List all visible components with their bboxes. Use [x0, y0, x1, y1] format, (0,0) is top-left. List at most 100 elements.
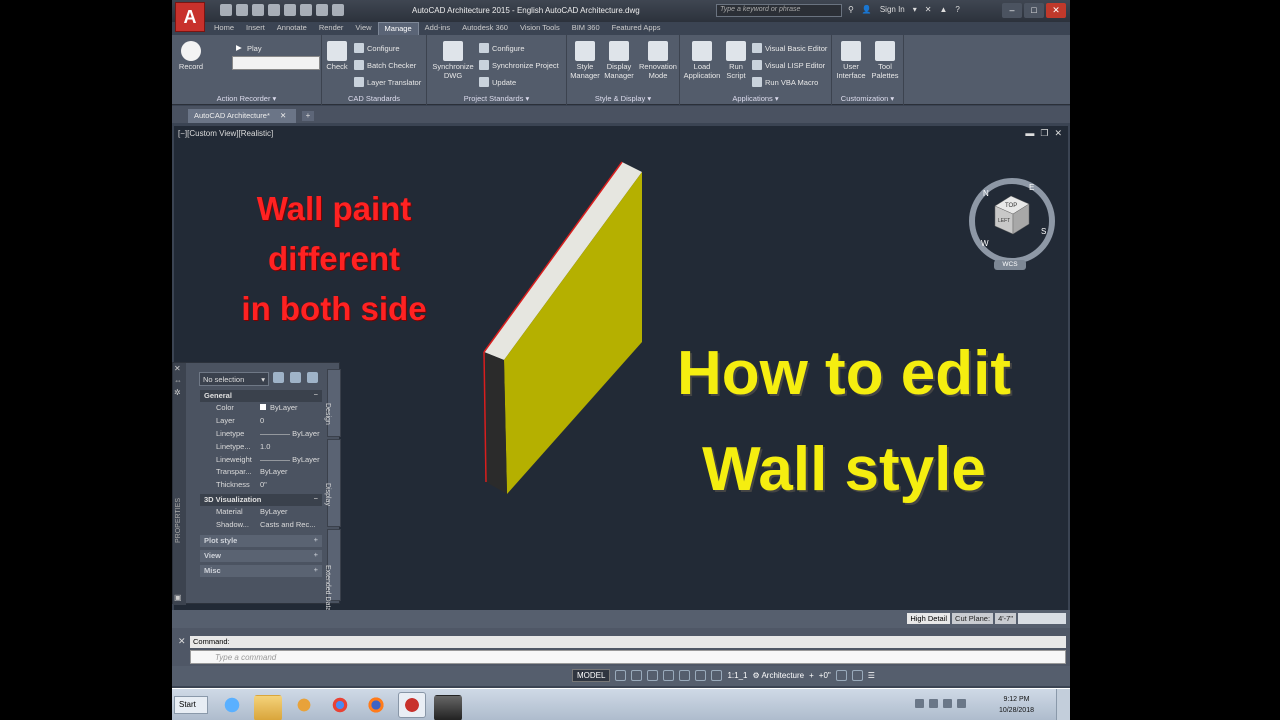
start-button[interactable]: Start — [174, 696, 208, 714]
chrome-icon[interactable] — [326, 692, 354, 718]
close-icon[interactable]: ✕ — [1046, 3, 1066, 18]
tab-autodesk-360[interactable]: Autodesk 360 — [456, 22, 514, 35]
palette-menu-icon[interactable]: ▣ — [174, 593, 182, 602]
panel-title[interactable]: Action Recorder ▾ — [172, 94, 321, 103]
style-manager-button[interactable]: Style Manager — [569, 41, 601, 80]
property-row[interactable]: Linetype... 1.0 — [200, 442, 322, 454]
section-general[interactable]: General − — [200, 390, 322, 402]
panel-title[interactable]: Style & Display ▾ — [567, 94, 679, 103]
macro-select[interactable] — [232, 56, 320, 70]
synchronize-dwg-button[interactable]: Synchronize DWG — [430, 41, 476, 80]
restore-icon[interactable]: ❐ — [1040, 128, 1048, 139]
redo-icon[interactable] — [316, 4, 328, 16]
select-objects-icon[interactable] — [290, 372, 301, 383]
network-icon[interactable] — [929, 699, 938, 708]
quick-select-icon[interactable] — [307, 372, 318, 383]
new-tab-button[interactable]: + — [302, 111, 314, 121]
clock[interactable]: 9:12 PM 10/28/2018 — [999, 694, 1034, 716]
tab-view[interactable]: View — [349, 22, 377, 35]
play-button[interactable]: ▶ Play — [236, 43, 262, 53]
property-row[interactable]: Color ByLayer — [200, 403, 322, 415]
file-explorer-icon[interactable] — [254, 695, 282, 720]
renovation-mode-button[interactable]: Renovation Mode — [637, 41, 679, 80]
object-snap-icon[interactable] — [695, 670, 707, 681]
auto-hide-icon[interactable]: ⇔ — [174, 376, 182, 385]
update-button[interactable]: Update — [479, 77, 516, 87]
tab-annotate[interactable]: Annotate — [271, 22, 313, 35]
tab-featured-apps[interactable]: Featured Apps — [606, 22, 667, 35]
display-manager-button[interactable]: Display Manager — [601, 41, 637, 80]
close-icon[interactable]: ✕ — [174, 364, 181, 373]
close-icon[interactable]: ✕ — [280, 111, 286, 120]
autocad-taskbar-icon[interactable] — [398, 692, 426, 718]
polar-icon[interactable] — [663, 670, 675, 681]
property-row[interactable]: Thickness 0" — [200, 480, 322, 492]
panel-title[interactable]: Applications ▾ — [680, 94, 831, 103]
wcs-menu[interactable]: WCS — [994, 260, 1026, 270]
close-icon[interactable]: ✕ — [1054, 128, 1062, 139]
a360-icon[interactable]: ▲ — [939, 5, 947, 14]
workspace-switch[interactable]: ⚙ Architecture — [752, 671, 804, 680]
property-row[interactable]: Transpar... ByLayer — [200, 467, 322, 479]
gear-icon[interactable]: ✲ — [174, 388, 181, 397]
movie-maker-icon[interactable] — [434, 695, 462, 720]
tab-extended-data[interactable]: Extended Data — [324, 529, 341, 611]
tab-home[interactable]: Home — [208, 22, 240, 35]
tab-vision-tools[interactable]: Vision Tools — [514, 22, 566, 35]
configure-project-button[interactable]: Configure — [479, 43, 525, 53]
configure-standards-button[interactable]: Configure — [354, 43, 400, 53]
section-plot-style[interactable]: Plot style + — [200, 535, 322, 547]
cut-plane-value[interactable]: 4'-7" — [995, 613, 1016, 624]
elevation-value[interactable]: +0" — [819, 671, 831, 680]
isolate-objects-icon[interactable] — [835, 670, 847, 681]
minimize-icon[interactable]: – — [1002, 3, 1022, 18]
tab-add-ins[interactable]: Add-ins — [419, 22, 456, 35]
viewport-controls-label[interactable]: [−][Custom View][Realistic] — [178, 129, 273, 138]
new-file-icon[interactable] — [220, 4, 232, 16]
application-menu-button[interactable]: A — [175, 2, 205, 32]
section-view[interactable]: View + — [200, 550, 322, 562]
tab-render[interactable]: Render — [313, 22, 350, 35]
run-vba-macro-button[interactable]: Run VBA Macro — [752, 77, 818, 87]
annotation-visibility-icon[interactable] — [711, 670, 723, 681]
command-input[interactable]: Type a command — [190, 650, 1066, 664]
toggle-pickadd-icon[interactable] — [273, 372, 284, 383]
panel-title[interactable]: Customization ▾ — [832, 94, 903, 103]
firefox-icon[interactable] — [362, 692, 390, 718]
selection-dropdown[interactable]: No selection ▾ — [199, 372, 269, 386]
customization-menu-icon[interactable]: ☰ — [868, 671, 875, 680]
plot-icon[interactable] — [284, 4, 296, 16]
viewcube[interactable]: TOP LEFT N E S W — [967, 176, 1057, 266]
model-space-button[interactable]: MODEL — [572, 669, 611, 682]
add-icon[interactable]: + — [809, 671, 814, 680]
grid-icon[interactable] — [615, 670, 627, 681]
property-row[interactable]: Shadow... Casts and Rec... — [200, 520, 322, 532]
search-input[interactable]: Type a keyword or phrase — [716, 4, 842, 17]
section-3d-visualization[interactable]: 3D Visualization − — [200, 494, 322, 506]
tab-insert[interactable]: Insert — [240, 22, 271, 35]
sign-in-link[interactable]: Sign In — [880, 5, 905, 14]
annotation-scale[interactable]: 1:1_1 — [727, 671, 747, 680]
user-interface-button[interactable]: User Interface — [834, 41, 868, 80]
property-row[interactable]: Linetype ———— ByLayer — [200, 429, 322, 441]
load-application-button[interactable]: Load Application — [682, 41, 722, 80]
synchronize-project-button[interactable]: Synchronize Project — [479, 60, 559, 70]
property-row[interactable]: Material ByLayer — [200, 507, 322, 519]
isodraft-icon[interactable] — [679, 670, 691, 681]
save-as-icon[interactable] — [268, 4, 280, 16]
flag-icon[interactable] — [957, 699, 966, 708]
maximize-icon[interactable]: □ — [1024, 3, 1044, 18]
clean-screen-icon[interactable] — [851, 670, 863, 681]
tool-palettes-button[interactable]: Tool Palettes — [868, 41, 902, 80]
tab-manage[interactable]: Manage — [377, 22, 419, 35]
panel-title[interactable]: Project Standards ▾ — [427, 94, 566, 103]
check-button[interactable]: Check — [324, 41, 350, 71]
internet-explorer-icon[interactable] — [218, 692, 246, 718]
document-tab[interactable]: AutoCAD Architecture* ✕ — [188, 109, 296, 123]
snap-icon[interactable] — [631, 670, 643, 681]
binoculars-icon[interactable]: ⚲ — [848, 5, 854, 14]
help-icon[interactable]: ? — [955, 5, 959, 14]
exchange-apps-icon[interactable]: ✕ — [925, 5, 932, 14]
undo-icon[interactable] — [300, 4, 312, 16]
batch-checker-button[interactable]: Batch Checker — [354, 60, 416, 70]
